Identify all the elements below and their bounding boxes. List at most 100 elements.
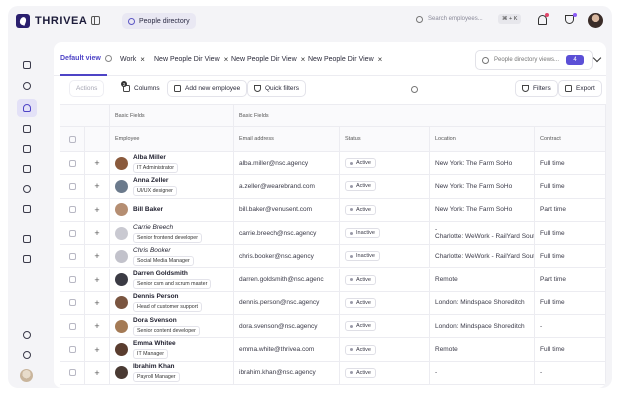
views-search-input[interactable]: People directory views... (494, 57, 559, 63)
chart-icon[interactable] (20, 202, 34, 216)
org-chart-icon[interactable] (20, 122, 34, 136)
lightning-icon[interactable] (20, 252, 34, 266)
row-checkbox[interactable] (68, 159, 76, 167)
contract-cell[interactable]: Full time (535, 152, 606, 175)
status-cell[interactable]: Active (340, 338, 430, 361)
expand-icon[interactable]: + (94, 368, 99, 378)
layers-icon[interactable] (20, 142, 34, 156)
employee-cell[interactable]: Dora Svenson Senior content developer (110, 315, 234, 338)
expand-icon[interactable]: + (94, 275, 99, 285)
table-row[interactable]: + Carrie Breech Senior frontend developer c… (60, 221, 606, 246)
location-cell[interactable]: London: Mindspace Shoreditch (430, 315, 535, 338)
table-row[interactable]: + Dennis Person Head of customer support de… (60, 291, 606, 316)
status-cell[interactable]: Active (340, 175, 430, 198)
close-icon[interactable]: × (301, 55, 306, 64)
location-cell[interactable]: London: Mindspace Shoreditch (430, 291, 535, 315)
employee-cell[interactable]: Carrie Breech Senior frontend developer (110, 221, 234, 245)
contract-cell[interactable]: Full time (535, 338, 606, 361)
row-checkbox[interactable] (68, 346, 76, 354)
email-cell[interactable]: darren.goldsmith@nsc.agenc (234, 268, 340, 291)
employee-cell[interactable]: Darren Goldsmith Senior csm and scrum mas… (110, 268, 234, 291)
expand-icon[interactable]: + (94, 321, 99, 331)
employee-cell[interactable]: Ibrahim Khan Payroll Manager (110, 361, 234, 384)
close-icon[interactable]: × (224, 55, 229, 64)
expand-icon[interactable]: + (94, 228, 99, 238)
calendar-icon[interactable] (20, 232, 34, 246)
location-cell[interactable]: New York: The Farm SoHo (430, 198, 535, 221)
export-button[interactable]: Export (558, 80, 602, 97)
tab-new-people-dir-view-2[interactable]: New People Dir View × (231, 55, 305, 64)
contract-cell[interactable]: - (535, 361, 606, 384)
employee-cell[interactable]: Emma Whitee IT Manager (110, 338, 234, 361)
document-icon[interactable] (20, 162, 34, 176)
column-header-status[interactable]: Status (340, 127, 430, 152)
clock-icon[interactable] (20, 182, 34, 196)
column-header-location[interactable]: Location (430, 127, 535, 152)
user-avatar[interactable] (588, 13, 603, 28)
table-row[interactable]: + Emma Whitee IT Manager emma.white@thrivea… (60, 338, 606, 362)
location-cell[interactable]: Remote (430, 268, 535, 291)
table-row[interactable]: + Ibrahim Khan Payroll Manager ibrahim.khan… (60, 361, 606, 385)
location-cell[interactable]: Charlotte: WeWork - RailYard Sout (430, 245, 535, 268)
tab-new-people-dir-view-3[interactable]: New People Dir View × (308, 55, 382, 64)
expand-icon[interactable]: + (94, 205, 99, 215)
breadcrumb[interactable]: People directory (122, 13, 196, 29)
row-checkbox[interactable] (68, 229, 76, 237)
global-search-input[interactable]: Search employees... (428, 16, 493, 22)
location-cell[interactable]: Remote (430, 338, 535, 361)
row-checkbox[interactable] (68, 276, 76, 284)
contract-cell[interactable]: Part time (535, 268, 606, 291)
email-cell[interactable]: ibrahim.khan@nsc.agency (234, 361, 340, 384)
employee-cell[interactable]: Bill Baker (110, 198, 234, 221)
location-cell[interactable]: - Charlotte: WeWork - RailYard Sout (430, 221, 535, 245)
location-cell[interactable]: New York: The Farm SoHo (430, 175, 535, 198)
status-cell[interactable]: Active (340, 291, 430, 315)
row-checkbox[interactable] (68, 206, 76, 214)
email-cell[interactable]: a.zeller@wearebrand.com (234, 175, 340, 198)
close-icon[interactable]: × (140, 55, 145, 64)
location-cell[interactable]: New York: The Farm SoHo (430, 152, 535, 175)
email-cell[interactable]: dennis.person@nsc.agency (234, 291, 340, 315)
row-checkbox[interactable] (68, 299, 76, 307)
table-row[interactable]: + Dora Svenson Senior content developer dor… (60, 315, 606, 339)
expand-icon[interactable]: + (94, 345, 99, 355)
company-avatar[interactable] (20, 369, 33, 382)
table-search-icon[interactable] (411, 86, 418, 93)
expand-icon[interactable]: + (94, 298, 99, 308)
status-cell[interactable]: Active (340, 198, 430, 221)
expand-icon[interactable]: + (94, 158, 99, 168)
contract-cell[interactable]: Part time (535, 198, 606, 221)
puzzle-icon[interactable] (20, 79, 34, 93)
close-icon[interactable]: × (378, 55, 383, 64)
tab-default-view[interactable]: Default view (60, 55, 112, 62)
contract-cell[interactable]: Full time (535, 245, 606, 268)
contract-cell[interactable]: Full time (535, 221, 606, 245)
table-row[interactable]: + Chris Booker Social Media Manager chris.b… (60, 245, 606, 269)
status-cell[interactable]: Inactive (340, 221, 430, 245)
settings-icon[interactable] (20, 348, 34, 362)
status-cell[interactable]: Active (340, 361, 430, 384)
row-checkbox[interactable] (68, 322, 76, 330)
tab-work[interactable]: Work × (120, 55, 145, 64)
expand-icon[interactable]: + (94, 181, 99, 191)
table-row[interactable]: + Anna Zeller UI/UX designer a.zeller@weare… (60, 175, 606, 199)
tab-new-people-dir-view-1[interactable]: New People Dir View × (154, 55, 228, 64)
select-all-checkbox[interactable] (68, 135, 76, 143)
status-cell[interactable]: Inactive (340, 245, 430, 268)
headset-icon[interactable] (20, 328, 34, 342)
status-cell[interactable]: Active (340, 268, 430, 291)
email-cell[interactable]: dora.svenson@nsc.agency (234, 315, 340, 338)
employee-cell[interactable]: Chris Booker Social Media Manager (110, 245, 234, 268)
chevron-down-icon[interactable] (592, 53, 602, 63)
filters-button[interactable]: Filters (515, 80, 558, 97)
email-cell[interactable]: bill.baker@venusent.com (234, 198, 340, 221)
email-cell[interactable]: chris.booker@nsc.agency (234, 245, 340, 268)
global-search[interactable]: Search employees... ⌘ + K (416, 14, 522, 24)
quick-filters-button[interactable]: Quick filters (247, 80, 306, 97)
table-row[interactable]: + Alba Miller IT Administrator alba.miller@… (60, 152, 606, 176)
contract-cell[interactable]: Full time (535, 175, 606, 198)
email-cell[interactable]: alba.miller@nsc.agency (234, 152, 340, 175)
sidebar-toggle-icon[interactable] (91, 16, 100, 25)
location-cell[interactable]: - (430, 361, 535, 384)
expand-icon[interactable]: + (94, 251, 99, 261)
